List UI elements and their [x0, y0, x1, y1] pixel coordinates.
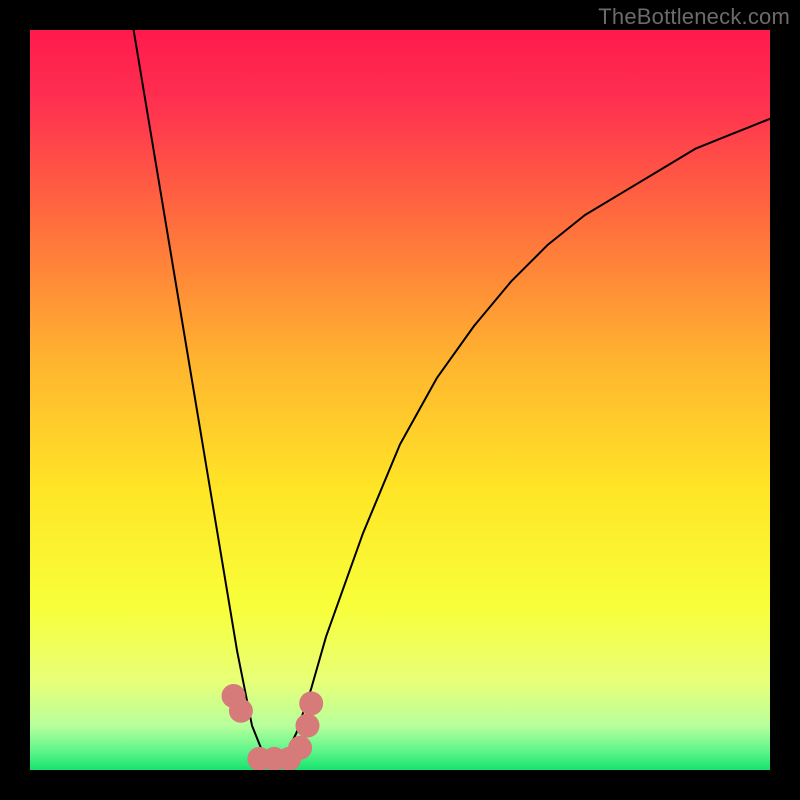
chart-frame: TheBottleneck.com	[0, 0, 800, 800]
highlight-dot	[229, 699, 253, 723]
gradient-background	[30, 30, 770, 770]
plot-area	[30, 30, 770, 770]
watermark-text: TheBottleneck.com	[598, 4, 790, 30]
highlight-dot	[288, 736, 312, 760]
chart-svg	[30, 30, 770, 770]
highlight-dot	[299, 691, 323, 715]
highlight-dot	[296, 714, 320, 738]
